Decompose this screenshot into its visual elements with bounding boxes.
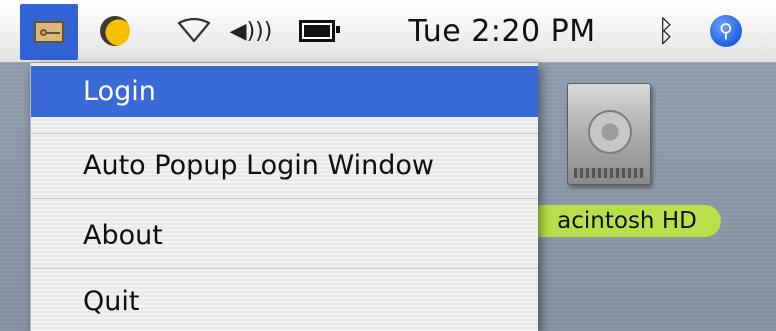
key-icon bbox=[34, 21, 64, 43]
menu-item-label: Auto Popup Login Window bbox=[83, 149, 434, 181]
hard-drive-icon[interactable] bbox=[567, 83, 657, 193]
wifi-icon bbox=[177, 18, 211, 43]
menu-item-label: Quit bbox=[83, 285, 140, 317]
menu-separator bbox=[31, 133, 538, 134]
volume-menu-button[interactable]: ◀))) bbox=[229, 0, 273, 62]
hard-drive-label[interactable]: acintosh HD bbox=[513, 205, 721, 237]
clock-text: Tue 2:20 PM bbox=[408, 13, 596, 49]
menu-item-label: Login bbox=[83, 76, 156, 107]
dropdown-menu: Login Auto Popup Login Window About Quit bbox=[30, 63, 538, 331]
menu-item-quit[interactable]: Quit bbox=[31, 274, 538, 328]
bluetooth-menu-button[interactable]: ᛒ bbox=[646, 0, 686, 62]
menu-item-about[interactable]: About bbox=[31, 208, 538, 262]
menu-bar: ◀))) Tue 2:20 PM ᛒ ⚲ bbox=[0, 0, 776, 63]
menu-item-login[interactable]: Login bbox=[31, 66, 538, 117]
moon-menu-button[interactable] bbox=[95, 0, 135, 62]
menu-separator bbox=[31, 198, 538, 199]
battery-menu-button[interactable] bbox=[292, 0, 342, 62]
clock-menu[interactable]: Tue 2:20 PM bbox=[380, 0, 624, 62]
menu-item-label: About bbox=[83, 219, 163, 251]
volume-icon: ◀))) bbox=[229, 18, 273, 44]
hard-drive-label-text: acintosh HD bbox=[557, 208, 697, 234]
hard-drive-body bbox=[567, 83, 651, 185]
spotlight-button[interactable]: ⚲ bbox=[705, 0, 747, 62]
battery-icon bbox=[299, 20, 340, 42]
spotlight-icon: ⚲ bbox=[710, 15, 742, 47]
menu-extra-key-button[interactable] bbox=[20, 4, 78, 60]
menu-item-auto-popup-login-window[interactable]: Auto Popup Login Window bbox=[31, 138, 538, 192]
menu-separator bbox=[31, 268, 538, 269]
wifi-menu-button[interactable] bbox=[172, 0, 216, 62]
bluetooth-icon: ᛒ bbox=[657, 13, 675, 49]
moon-icon bbox=[100, 16, 130, 46]
